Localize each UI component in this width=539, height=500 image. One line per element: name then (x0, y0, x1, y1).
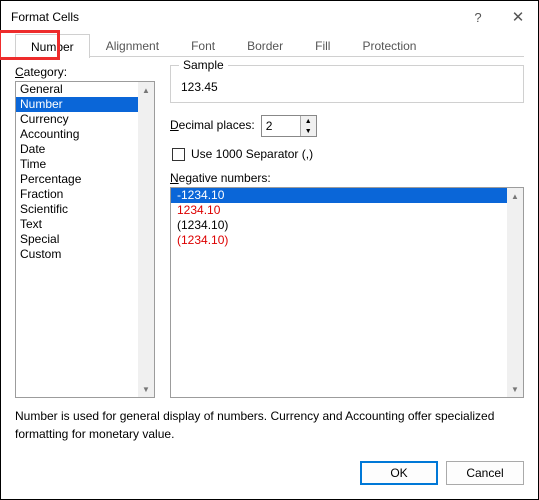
list-item[interactable]: Currency (16, 112, 154, 127)
tab-strip: NumberAlignmentFontBorderFillProtection (15, 33, 524, 57)
category-column: Category: GeneralNumberCurrencyAccountin… (15, 65, 155, 398)
tab-fill[interactable]: Fill (299, 33, 346, 57)
list-item[interactable]: Special (16, 232, 154, 247)
button-row: OK Cancel (15, 461, 524, 485)
scroll-down-icon[interactable]: ▼ (507, 381, 523, 397)
checkbox-box[interactable] (172, 148, 185, 161)
description-text: Number is used for general display of nu… (15, 408, 524, 443)
decimal-input[interactable] (262, 116, 300, 136)
list-item[interactable]: Accounting (16, 127, 154, 142)
sample-group: Sample 123.45 (170, 65, 524, 103)
ok-button[interactable]: OK (360, 461, 438, 485)
list-item[interactable]: Percentage (16, 172, 154, 187)
category-listbox[interactable]: GeneralNumberCurrencyAccountingDateTimeP… (15, 81, 155, 398)
tab-border[interactable]: Border (231, 33, 299, 57)
window-title: Format Cells (11, 10, 458, 24)
list-item[interactable]: (1234.10) (171, 218, 523, 233)
scrollbar[interactable]: ▲ ▼ (507, 188, 523, 397)
cancel-button[interactable]: Cancel (446, 461, 524, 485)
scroll-up-icon[interactable]: ▲ (507, 188, 523, 204)
list-item[interactable]: Fraction (16, 187, 154, 202)
tab-panel-number: Category: GeneralNumberCurrencyAccountin… (15, 65, 524, 398)
scrollbar[interactable]: ▲ ▼ (138, 82, 154, 397)
tab-alignment[interactable]: Alignment (90, 33, 175, 57)
list-item[interactable]: General (16, 82, 154, 97)
negative-listbox[interactable]: -1234.101234.10(1234.10)(1234.10) ▲ ▼ (170, 187, 524, 398)
help-button[interactable]: ? (458, 1, 498, 33)
list-item[interactable]: (1234.10) (171, 233, 523, 248)
dialog-content: NumberAlignmentFontBorderFillProtection … (1, 33, 538, 499)
decimal-row: Decimal places: ▲ ▼ (170, 115, 524, 137)
decimal-label: Decimal places: (170, 118, 255, 132)
sample-value: 123.45 (181, 80, 513, 94)
list-item[interactable]: -1234.10 (171, 188, 523, 203)
list-item[interactable]: Text (16, 217, 154, 232)
list-item[interactable]: Time (16, 157, 154, 172)
negative-label: Negative numbers: (170, 171, 524, 185)
titlebar: Format Cells ? ✕ (1, 1, 538, 33)
tab-protection[interactable]: Protection (346, 33, 432, 57)
spinner-down-icon[interactable]: ▼ (301, 126, 316, 136)
decimal-spinner[interactable]: ▲ ▼ (261, 115, 317, 137)
thousands-separator-checkbox[interactable]: Use 1000 Separator (,) (172, 147, 524, 161)
close-button[interactable]: ✕ (498, 1, 538, 33)
spinner-up-icon[interactable]: ▲ (301, 116, 316, 126)
list-item[interactable]: 1234.10 (171, 203, 523, 218)
list-item[interactable]: Number (16, 97, 154, 112)
list-item[interactable]: Scientific (16, 202, 154, 217)
tab-number[interactable]: Number (15, 34, 90, 58)
checkbox-label: Use 1000 Separator (,) (191, 147, 313, 161)
list-item[interactable]: Custom (16, 247, 154, 262)
settings-column: Sample 123.45 Decimal places: ▲ ▼ Use 10… (170, 65, 524, 398)
scroll-up-icon[interactable]: ▲ (138, 82, 154, 98)
list-item[interactable]: Date (16, 142, 154, 157)
scroll-down-icon[interactable]: ▼ (138, 381, 154, 397)
sample-label: Sample (179, 58, 228, 72)
category-label: Category: (15, 65, 155, 79)
tab-font[interactable]: Font (175, 33, 231, 57)
